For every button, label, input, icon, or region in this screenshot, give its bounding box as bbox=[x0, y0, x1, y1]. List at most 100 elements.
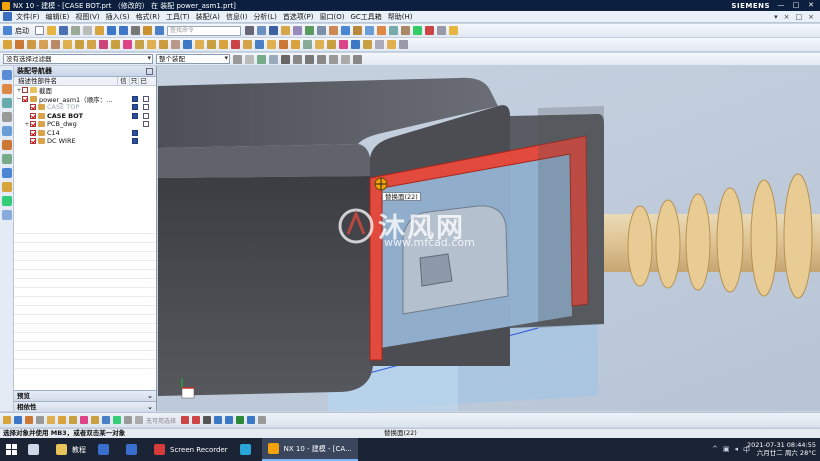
selection-filter-select[interactable]: 没有选择过滤器 bbox=[3, 54, 153, 64]
subtract-icon[interactable] bbox=[99, 40, 108, 49]
quadrant-icon[interactable] bbox=[341, 54, 350, 64]
trim-body-icon[interactable] bbox=[171, 40, 180, 49]
visibility-checkbox[interactable] bbox=[30, 121, 36, 128]
visibility-checkbox[interactable] bbox=[22, 95, 28, 102]
deselect-icon[interactable] bbox=[269, 54, 278, 64]
taskbar-item[interactable]: 教程 bbox=[50, 438, 92, 461]
text-icon[interactable] bbox=[387, 40, 396, 49]
web-browser-tab-icon[interactable] bbox=[2, 140, 12, 150]
edge-blend-icon[interactable] bbox=[123, 40, 132, 49]
cut-icon[interactable] bbox=[71, 26, 80, 35]
move-face-icon[interactable] bbox=[219, 40, 228, 49]
close-window-icon[interactable]: × bbox=[808, 13, 814, 21]
line-icon[interactable] bbox=[181, 416, 190, 424]
groove-icon[interactable] bbox=[291, 40, 300, 49]
arc-icon[interactable] bbox=[192, 416, 201, 424]
save-icon[interactable] bbox=[59, 26, 68, 35]
repeat-command-icon[interactable] bbox=[131, 26, 140, 35]
delete-icon[interactable] bbox=[425, 26, 434, 35]
model-view[interactable] bbox=[158, 66, 820, 411]
wcs-icon[interactable] bbox=[341, 26, 350, 35]
replace-face-icon[interactable] bbox=[207, 40, 216, 49]
touch-mode-icon[interactable] bbox=[143, 26, 152, 35]
copy-icon[interactable] bbox=[83, 26, 92, 35]
trim-icon[interactable] bbox=[236, 416, 245, 424]
window-icon[interactable] bbox=[155, 26, 164, 35]
layer-icon[interactable] bbox=[257, 26, 266, 35]
tree-row[interactable]: C14 bbox=[14, 129, 156, 138]
cylinder-icon[interactable] bbox=[75, 40, 84, 49]
center-icon[interactable] bbox=[317, 54, 326, 64]
select-all-icon[interactable] bbox=[257, 54, 266, 64]
show-icon[interactable] bbox=[135, 416, 143, 424]
column-info[interactable]: 信 bbox=[118, 77, 130, 85]
dimension-icon[interactable] bbox=[449, 26, 458, 35]
pattern-feature-icon[interactable] bbox=[255, 40, 264, 49]
start-button[interactable] bbox=[0, 438, 22, 461]
visibility-checkbox[interactable] bbox=[30, 138, 36, 145]
blend-icon[interactable] bbox=[339, 40, 348, 49]
fit-icon[interactable] bbox=[317, 26, 326, 35]
move-icon[interactable] bbox=[377, 26, 386, 35]
visibility-checkbox[interactable] bbox=[30, 104, 36, 111]
emboss-icon[interactable] bbox=[327, 40, 336, 49]
endpoint-icon[interactable] bbox=[293, 54, 302, 64]
hide-icon[interactable] bbox=[124, 416, 132, 424]
selection-scope-select[interactable]: 整个装配 bbox=[156, 54, 230, 64]
menu-help[interactable]: 帮助(H) bbox=[388, 12, 413, 22]
case-end-cap[interactable] bbox=[538, 106, 604, 328]
menu-assemblies[interactable]: 装配(A) bbox=[196, 12, 220, 22]
point-icon[interactable] bbox=[281, 54, 290, 64]
visibility-checkbox[interactable] bbox=[30, 112, 36, 119]
taskbar-item[interactable] bbox=[120, 438, 148, 461]
constraint-tool-icon[interactable] bbox=[258, 416, 267, 424]
midpoint-icon[interactable] bbox=[305, 54, 314, 64]
visibility-checkbox[interactable] bbox=[30, 129, 36, 136]
undo-icon[interactable] bbox=[107, 26, 116, 35]
selection-combo[interactable]: 无可用选择 bbox=[146, 416, 176, 425]
display-icon[interactable] bbox=[113, 416, 121, 424]
close-button[interactable]: ✕ bbox=[804, 1, 818, 10]
pattern-icon[interactable] bbox=[401, 26, 410, 35]
reuse-library-tab-icon[interactable] bbox=[2, 112, 12, 122]
menu-window[interactable]: 窗口(O) bbox=[320, 12, 345, 22]
start-button[interactable]: 启动 bbox=[15, 26, 29, 36]
menu-analysis[interactable]: 分析(L) bbox=[253, 12, 276, 22]
menu-file[interactable]: 文件(F) bbox=[16, 12, 40, 22]
tree-row[interactable]: − power_asm1（顺序：... bbox=[14, 95, 156, 104]
tool-icon[interactable] bbox=[437, 26, 446, 35]
roles-tab-icon[interactable] bbox=[2, 196, 12, 206]
section-icon[interactable] bbox=[329, 26, 338, 35]
menu-preferences[interactable]: 首选项(P) bbox=[283, 12, 314, 22]
volume-icon[interactable]: ◂ bbox=[734, 445, 738, 455]
chevron-down-icon[interactable]: ⌄ bbox=[147, 391, 153, 401]
intersection-icon[interactable] bbox=[329, 54, 338, 64]
thicken-icon[interactable] bbox=[315, 40, 324, 49]
rotate-icon[interactable] bbox=[80, 416, 88, 424]
measure-distance-icon[interactable] bbox=[375, 40, 384, 49]
dependencies-panel[interactable]: 相依性 ⌄ bbox=[14, 401, 156, 412]
inferred-point-icon[interactable] bbox=[25, 416, 33, 424]
maximize-button[interactable]: □ bbox=[789, 1, 803, 10]
system-scenes-tab-icon[interactable] bbox=[2, 210, 12, 220]
new-icon[interactable] bbox=[35, 26, 44, 35]
rib-icon[interactable] bbox=[279, 40, 288, 49]
preview-panel[interactable]: 预览 ⌄ bbox=[14, 390, 156, 401]
boss-icon[interactable] bbox=[51, 40, 60, 49]
inner-socket-cut[interactable] bbox=[419, 253, 453, 287]
part-navigator-tab-icon[interactable] bbox=[2, 98, 12, 108]
hd3d-tools-tab-icon[interactable] bbox=[2, 126, 12, 136]
menu-information[interactable]: 信息(I) bbox=[226, 12, 248, 22]
command-search-input[interactable]: 查找命令 bbox=[167, 25, 241, 36]
orient-icon[interactable] bbox=[305, 26, 314, 35]
tree-row[interactable]: + PCB_dwg bbox=[14, 120, 156, 129]
chevron-down-icon[interactable]: ⌄ bbox=[147, 402, 153, 412]
grid-icon[interactable] bbox=[36, 416, 44, 424]
open-icon[interactable] bbox=[47, 26, 56, 35]
assembly-icon[interactable] bbox=[353, 26, 362, 35]
chevron-up-icon[interactable]: ^ bbox=[712, 445, 718, 455]
snap-icon[interactable] bbox=[233, 54, 242, 64]
case-bot-side-face[interactable] bbox=[158, 176, 373, 396]
zoom-icon[interactable] bbox=[69, 416, 77, 424]
ribbon-options-icon[interactable]: ▾ bbox=[774, 13, 778, 21]
